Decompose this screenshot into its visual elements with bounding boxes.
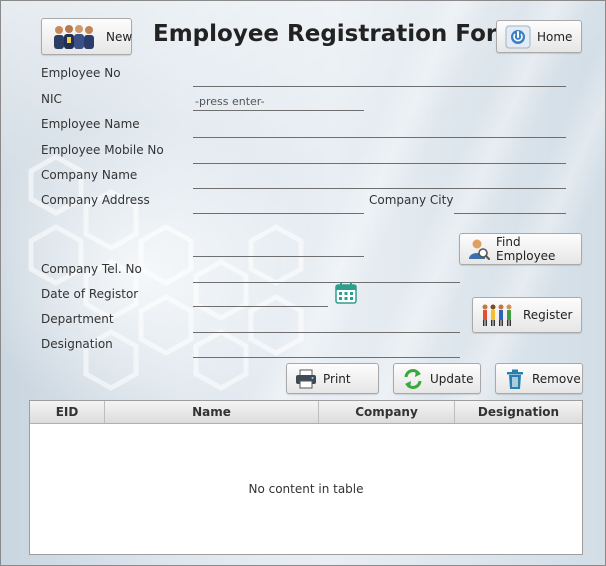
designation-label: Designation [41, 337, 113, 351]
employee-name-label: Employee Name [41, 117, 140, 131]
department-label: Department [41, 312, 114, 326]
remove-button[interactable]: Remove [495, 363, 583, 394]
home-button[interactable]: Home [496, 20, 582, 53]
company-city-label: Company City [369, 193, 454, 207]
people-register-icon [481, 302, 517, 328]
employee-no-label: Employee No [41, 66, 121, 80]
calendar-icon[interactable] [335, 282, 357, 307]
date-of-registor-field[interactable] [193, 289, 328, 307]
column-header-name[interactable]: Name [105, 401, 319, 423]
remove-button-label: Remove [532, 371, 581, 386]
employee-table[interactable]: EID Name Company Designation No content … [29, 400, 583, 555]
register-button-label: Register [523, 308, 573, 322]
new-button[interactable]: New [41, 18, 132, 55]
table-body: No content in table [30, 424, 582, 554]
find-employee-button[interactable]: Find Employee [459, 233, 582, 265]
date-of-registor-label: Date of Registor [41, 287, 139, 301]
nic-label: NIC [41, 92, 62, 106]
new-button-label: New [106, 29, 133, 44]
print-button[interactable]: Print [286, 363, 379, 394]
find-employee-label: Find Employee [496, 235, 556, 263]
company-address-line2-field[interactable] [193, 239, 364, 257]
column-header-company[interactable]: Company [319, 401, 455, 423]
update-button-label: Update [430, 371, 474, 386]
people-group-icon [50, 23, 100, 51]
company-tel-no-field[interactable] [193, 265, 460, 283]
company-tel-no-label: Company Tel. No [41, 262, 142, 276]
company-name-field[interactable] [193, 171, 566, 189]
employee-mobile-no-field[interactable] [193, 146, 566, 164]
update-button[interactable]: Update [393, 363, 481, 394]
company-address-field[interactable] [193, 196, 364, 214]
home-button-label: Home [537, 29, 573, 44]
designation-field[interactable] [193, 340, 460, 358]
printer-icon [295, 369, 317, 389]
employee-mobile-no-label: Employee Mobile No [41, 143, 164, 157]
nic-field[interactable] [193, 93, 364, 111]
table-header: EID Name Company Designation [30, 401, 582, 424]
employee-no-field[interactable] [193, 69, 566, 87]
empty-table-message: No content in table [248, 482, 364, 496]
power-icon [505, 25, 531, 49]
user-search-icon [468, 238, 490, 260]
page-title: Employee Registration Form [153, 21, 522, 47]
department-field[interactable] [193, 315, 460, 333]
print-button-label: Print [323, 371, 351, 386]
registration-window: New Employee Registration Form Home Empl… [0, 0, 606, 566]
company-name-label: Company Name [41, 168, 138, 182]
column-header-eid[interactable]: EID [30, 401, 105, 423]
register-button[interactable]: Register [472, 297, 582, 333]
trash-icon [504, 368, 526, 390]
company-city-field[interactable] [454, 196, 566, 214]
refresh-icon [402, 368, 424, 390]
column-header-designation[interactable]: Designation [455, 401, 582, 423]
company-address-label: Company Address [41, 193, 150, 207]
employee-name-field[interactable] [193, 120, 566, 138]
